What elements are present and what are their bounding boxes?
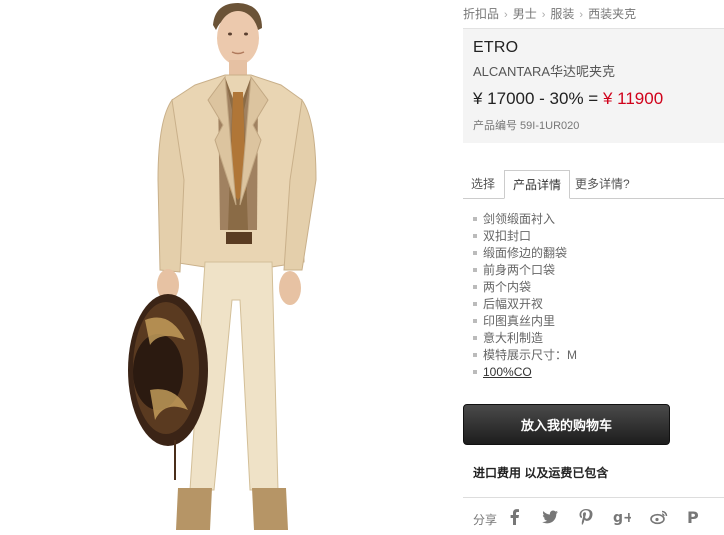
detail-tabs: 选择 产品详情 更多详情? [463, 170, 724, 199]
detail-text: 两个内袋 [483, 280, 532, 294]
model-photo [128, 3, 317, 530]
price: ¥ 17000 - 30% = ¥ 11900 [473, 89, 663, 109]
detail-text: 双扣封口 [483, 229, 532, 243]
svg-text:P: P [687, 508, 699, 526]
tab-select[interactable]: 选择 [463, 170, 503, 199]
list-item: 模特展示尺寸：M [473, 347, 577, 364]
bullet-icon [473, 267, 477, 272]
list-item: 剑领缎面衬入 [473, 211, 577, 228]
list-item: 前身两个口袋 [473, 262, 577, 279]
product-image[interactable] [0, 0, 455, 535]
product-details-list: 剑领缎面衬入 双扣封口 缎面修边的翻袋 前身两个口袋 两个内袋 后幅双开衩 印图… [473, 211, 577, 381]
final-price: ¥ 11900 [602, 89, 664, 108]
bullet-icon [473, 233, 477, 238]
detail-text: 剑领缎面衬入 [483, 212, 556, 226]
bullet-icon [473, 369, 477, 374]
list-item: 两个内袋 [473, 279, 577, 296]
detail-text: 模特展示尺寸：M [483, 348, 577, 362]
tab-more-details[interactable]: 更多详情? [567, 170, 638, 199]
list-item: 印图真丝内里 [473, 313, 577, 330]
facebook-icon[interactable] [506, 508, 524, 526]
breadcrumb-item-clothing[interactable]: 服装 [550, 7, 574, 21]
pinterest-icon[interactable] [577, 508, 595, 526]
product-code: 产品编号 59I-1UR020 [473, 120, 580, 132]
svg-text:g+: g+ [613, 510, 631, 526]
breadcrumb-separator: › [579, 9, 584, 21]
shipping-note: 进口费用 以及运费已包含 [473, 466, 609, 480]
share-bar: 分享 g+ P [463, 497, 724, 535]
bullet-icon [473, 284, 477, 289]
detail-text: 后幅双开衩 [483, 297, 544, 311]
brand-name[interactable]: ETRO [473, 39, 518, 57]
list-item: 双扣封口 [473, 228, 577, 245]
bullet-icon [473, 318, 477, 323]
google-plus-icon[interactable]: g+ [613, 508, 631, 526]
bullet-icon [473, 301, 477, 306]
bullet-icon [473, 352, 477, 357]
list-item: 后幅双开衩 [473, 296, 577, 313]
p-icon[interactable]: P [685, 508, 703, 526]
bullet-icon [473, 216, 477, 221]
bullet-icon [473, 335, 477, 340]
product-info-panel: 折扣品 › 男士 › 服装 › 西装夹克 ETRO ALCANTARA华达呢夹克 ¥ 170… [463, 0, 724, 535]
list-item: 缎面修边的翻袋 [473, 245, 577, 262]
weibo-icon[interactable] [650, 508, 668, 526]
bullet-icon [473, 250, 477, 255]
breadcrumb-item-sale[interactable]: 折扣品 [463, 7, 499, 21]
list-item: 意大利制造 [473, 330, 577, 347]
product-summary: ETRO ALCANTARA华达呢夹克 ¥ 17000 - 30% = ¥ 11… [463, 28, 724, 143]
detail-text: 缎面修边的翻袋 [483, 246, 568, 260]
breadcrumb: 折扣品 › 男士 › 服装 › 西装夹克 [463, 5, 636, 22]
breadcrumb-item-men[interactable]: 男士 [513, 7, 537, 21]
breadcrumb-item-blazers[interactable]: 西装夹克 [588, 7, 636, 21]
breadcrumb-separator: › [504, 9, 508, 21]
price-calculation: ¥ 17000 - 30% = [473, 89, 603, 108]
twitter-icon[interactable] [541, 508, 559, 526]
detail-text: 印图真丝内里 [483, 314, 556, 328]
composition-link[interactable]: 100%CO [483, 365, 532, 379]
detail-text: 前身两个口袋 [483, 263, 556, 277]
breadcrumb-separator: › [541, 9, 546, 21]
list-item: 100%CO [473, 364, 577, 381]
detail-text: 意大利制造 [483, 331, 544, 345]
tab-product-details[interactable]: 产品详情 [504, 170, 571, 199]
share-label: 分享 [473, 513, 498, 527]
product-name: ALCANTARA华达呢夹克 [473, 64, 616, 79]
add-to-cart-button[interactable]: 放入我的购物车 [463, 404, 670, 445]
